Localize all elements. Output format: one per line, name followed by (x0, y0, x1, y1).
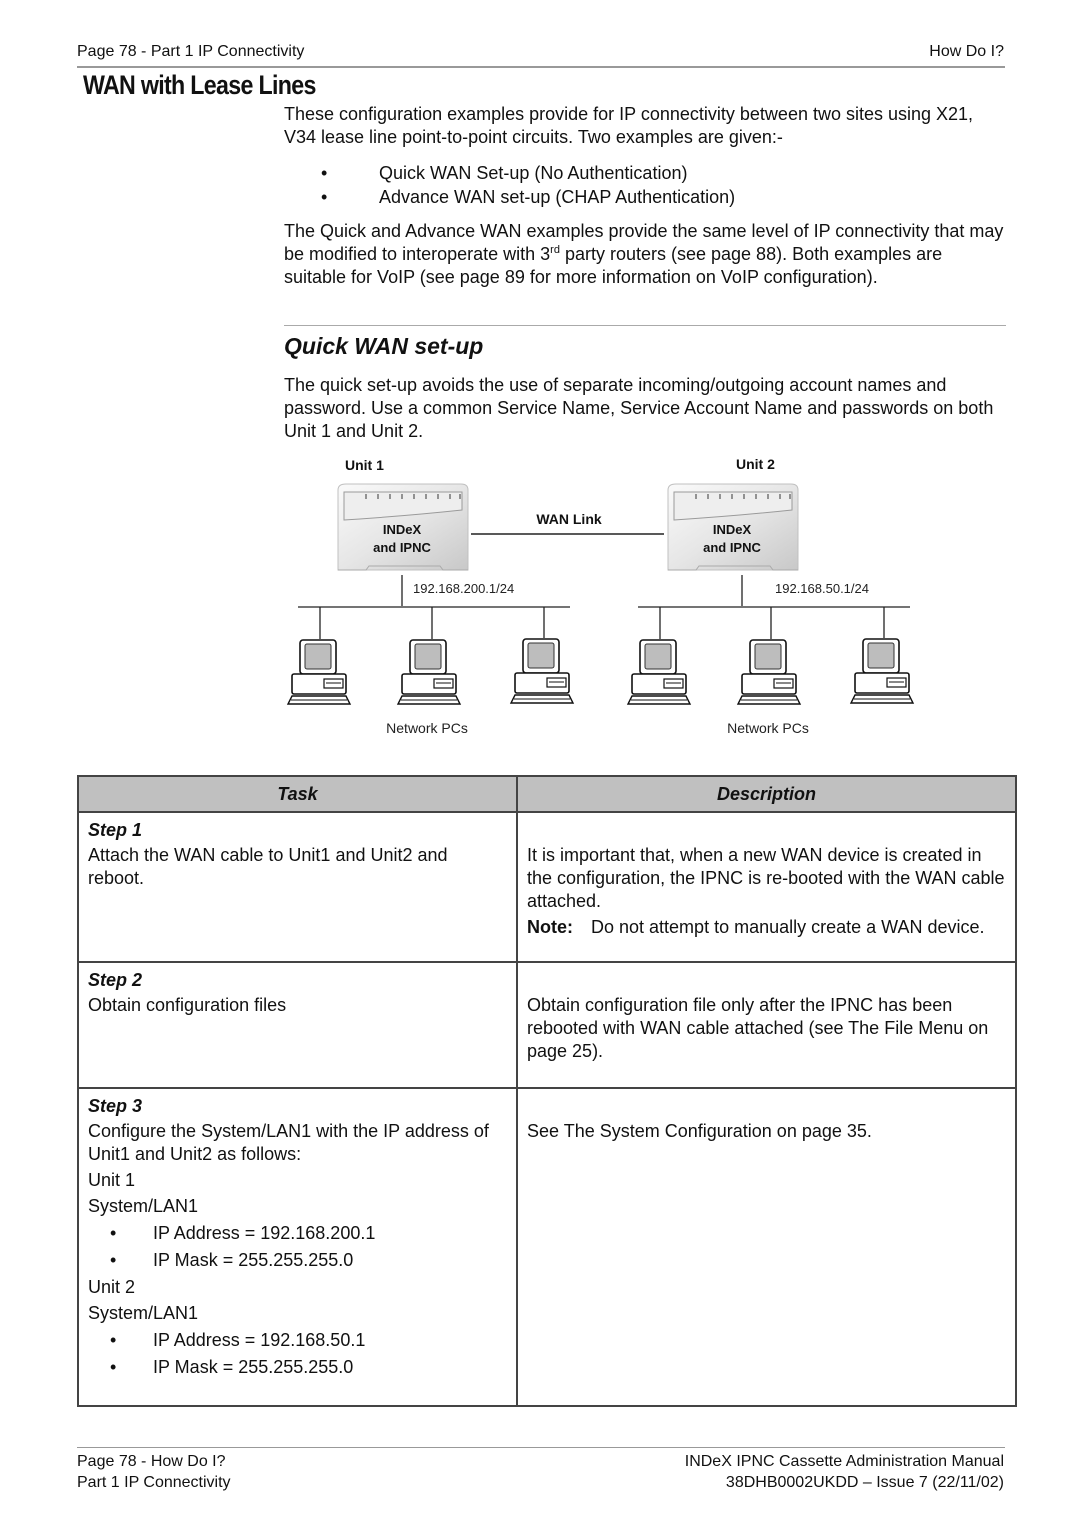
section-heading: Quick WAN set-up (284, 333, 484, 359)
step-label: Step 1 (88, 820, 143, 840)
page-title: WAN with Lease Lines (83, 70, 316, 100)
footer-right-line1: INDeX IPNC Cassette Administration Manua… (684, 1453, 1004, 1470)
intro-paragraph-2: The Quick and Advance WAN examples provi… (284, 221, 1004, 287)
footer-left-line2: Part 1 IP Connectivity (77, 1474, 231, 1491)
desktop-computer-icon (627, 639, 691, 705)
table-header-row: Task Description (77, 775, 1017, 813)
bullet-icon: • (110, 1330, 117, 1350)
task-text: Configure the System/LAN1 with the IP ad… (88, 1121, 489, 1164)
description-cell: See The System Configuration on page 35. (516, 1087, 1017, 1407)
task-text: Obtain configuration files (88, 995, 287, 1015)
description-text: It is important that, when a new WAN dev… (527, 845, 1005, 911)
task-text: Attach the WAN cable to Unit1 and Unit2 … (88, 845, 448, 888)
unit2-device-line2: and IPNC (703, 540, 761, 555)
footer-right: INDeX IPNC Cassette Administration Manua… (685, 1451, 1004, 1493)
list-item: • IP Mask = 255.255.255.0 (88, 1356, 507, 1379)
section-paragraph: The quick set-up avoids the use of separ… (284, 375, 994, 441)
intro-bullet-list: • Quick WAN Set-up (No Authentication) • A… (315, 161, 1005, 209)
column-header-task: Task (77, 775, 518, 813)
unit1-device-line1: INDeX (383, 522, 422, 537)
list-item: • IP Mask = 255.255.255.0 (88, 1249, 507, 1272)
unit1-device-line2: and IPNC (373, 540, 431, 555)
desktop-computer-icon (737, 639, 801, 705)
table-row: Step 3 Configure the System/LAN1 with th… (77, 1087, 1017, 1407)
column-header-description: Description (516, 775, 1017, 813)
unit2-label: Unit 2 (736, 456, 775, 472)
note-label: Note: (527, 917, 573, 937)
page-header-left: Page 78 - Part 1 IP Connectivity (77, 43, 305, 60)
table-row: Step 1 Attach the WAN cable to Unit1 and… (77, 811, 1017, 963)
unit2-ip-label: 192.168.50.1/24 (775, 581, 869, 596)
footer-left: Page 78 - How Do I? Part 1 IP Connectivi… (77, 1451, 231, 1493)
desktop-computer-icon (287, 639, 351, 705)
task-cell: Step 1 Attach the WAN cable to Unit1 and… (77, 811, 518, 963)
description-text: Obtain configuration file only after the… (527, 995, 989, 1061)
note-text: Do not attempt to manually create a WAN … (591, 917, 985, 937)
list-item: • IP Address = 192.168.200.1 (88, 1222, 507, 1245)
unit1-ip-label: 192.168.200.1/24 (413, 581, 514, 596)
desktop-computer-icon (510, 638, 574, 704)
section-rule (284, 325, 1006, 326)
footer-left-line1: Page 78 - How Do I? (77, 1453, 226, 1470)
network-diagram: Unit 1 Unit 2 INDeX and IPNC INDeX and I… (287, 456, 914, 736)
unit2-device-line1: INDeX (713, 522, 752, 537)
note: Note: Do not attempt to manually create … (527, 916, 1006, 939)
task-cell: Step 3 Configure the System/LAN1 with th… (77, 1087, 518, 1407)
left-network-pcs-label: Network PCs (386, 720, 468, 736)
task-table: Task Description Step 1 Attach the WAN c… (77, 775, 1017, 1407)
intro-paragraph-1: These configuration examples provide for… (284, 104, 974, 147)
page-header-right: How Do I? (929, 43, 1004, 60)
list-item: • IP Address = 192.168.50.1 (88, 1329, 507, 1352)
bullet-icon: • (321, 163, 328, 183)
bullet-icon: • (110, 1250, 117, 1270)
intro-bullet-item: • Advance WAN set-up (CHAP Authentication… (315, 185, 1005, 209)
unit2-heading: Unit 2 (88, 1277, 136, 1297)
unit1-heading: Unit 1 (88, 1170, 136, 1190)
step-label: Step 3 (88, 1096, 143, 1116)
description-text: See The System Configuration on page 35. (527, 1121, 872, 1141)
footer-rule (77, 1447, 1005, 1448)
description-cell: Obtain configuration file only after the… (516, 961, 1017, 1089)
task-cell: Step 2 Obtain configuration files (77, 961, 518, 1089)
unit1-settings-list: • IP Address = 192.168.200.1 • IP Mask = 2… (88, 1222, 507, 1272)
wan-link-label: WAN Link (536, 511, 602, 527)
intro-bullet-item: • Quick WAN Set-up (No Authentication) (315, 161, 1005, 185)
bullet-icon: • (110, 1223, 117, 1243)
bullet-icon: • (110, 1357, 117, 1377)
desktop-computer-icon (850, 638, 914, 704)
desktop-computer-icon (397, 639, 461, 705)
bullet-icon: • (321, 187, 328, 207)
description-cell: It is important that, when a new WAN dev… (516, 811, 1017, 963)
header-rule (77, 66, 1005, 68)
step-label: Step 2 (88, 970, 143, 990)
unit1-label: Unit 1 (345, 457, 384, 473)
table-row: Step 2 Obtain configuration files Obtain… (77, 961, 1017, 1089)
right-network-pcs-label: Network PCs (727, 720, 809, 736)
unit2-subheading: System/LAN1 (88, 1303, 199, 1323)
unit1-subheading: System/LAN1 (88, 1196, 199, 1216)
unit2-settings-list: • IP Address = 192.168.50.1 • IP Mask = 25… (88, 1329, 507, 1379)
footer-right-line2: 38DHB0002UKDD – Issue 7 (22/11/02) (725, 1474, 1004, 1491)
